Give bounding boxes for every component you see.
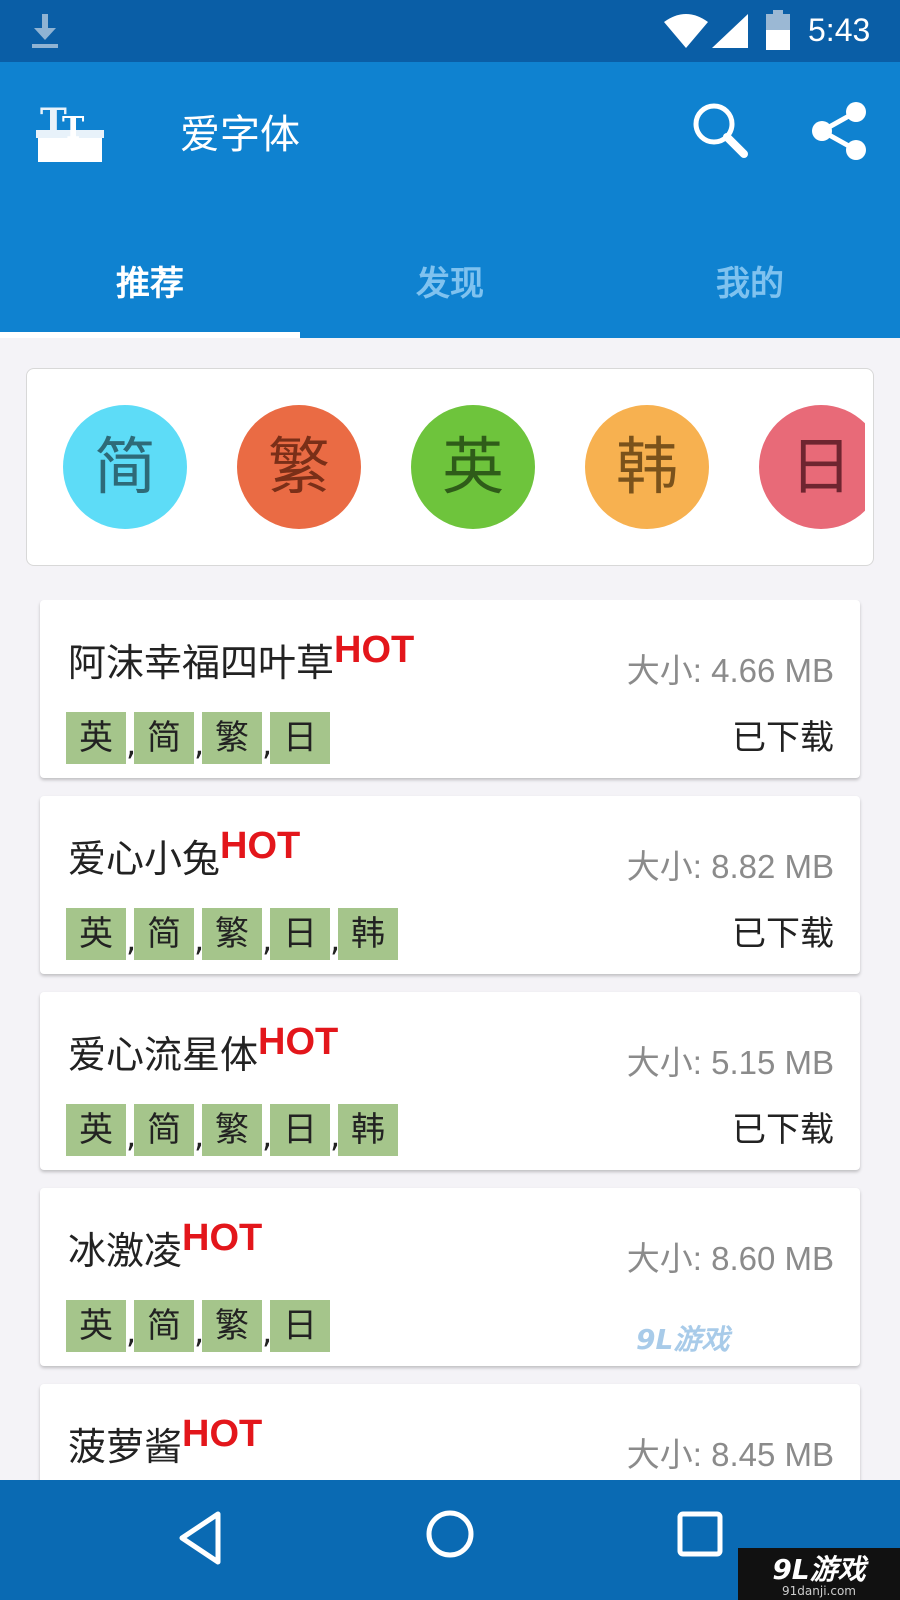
font-size: 大小: 4.66 MB [626, 652, 834, 689]
font-size: 大小: 5.15 MB [626, 1044, 834, 1081]
category-circle[interactable]: 韩 [585, 405, 709, 529]
tab-discover[interactable]: 发现 [300, 238, 600, 338]
font-list[interactable]: 阿沫幸福四叶草HOT 大小: 4.66 MB 英, 简, 繁, 日已下载 爱心小兔HOT 大小… [0, 600, 900, 1480]
tag-separator: , [194, 1313, 205, 1351]
font-name-text: 冰激凌 [68, 1229, 183, 1273]
font-item[interactable]: 菠萝酱HOT 大小: 8.45 MB [40, 1384, 860, 1480]
battery-icon [766, 10, 790, 50]
font-item[interactable]: 阿沫幸福四叶草HOT 大小: 4.66 MB 英, 简, 繁, 日已下载 [40, 600, 860, 778]
language-tags: 英,简,繁,日,韩 [66, 1104, 398, 1156]
app-title: 爱字体 [180, 112, 300, 158]
tag-separator: , [194, 725, 205, 763]
tab-bar: 推荐 发现 我的 [0, 238, 900, 338]
status-bar: 5:43 [0, 0, 900, 62]
status-time: 5:43 [808, 12, 871, 48]
corner-watermark: 9L游戏 91danji.com [738, 1548, 900, 1600]
font-name-text: 菠萝酱 [68, 1425, 183, 1469]
language-tag: 英 [66, 1104, 126, 1156]
watermark: 9L游戏 [636, 1323, 730, 1356]
language-tag: 简 [134, 712, 194, 764]
back-icon[interactable] [176, 1510, 224, 1566]
hot-badge: HOT [182, 1217, 263, 1259]
language-tag: 英 [66, 712, 126, 764]
search-icon[interactable] [690, 100, 750, 160]
category-circle[interactable]: 简 [63, 405, 187, 529]
font-item[interactable]: 冰激凌HOT 大小: 8.60 MB 英, 简, 繁, 日 [40, 1188, 860, 1366]
language-tag: 英 [66, 908, 126, 960]
tag-separator: , [262, 921, 273, 959]
tag-separator: , [126, 921, 137, 959]
font-name-text: 爱心小兔 [68, 837, 221, 881]
app-bar: T T 爱字体 推荐 发现 我的 [0, 62, 900, 338]
category-circle[interactable]: 日 [759, 405, 865, 529]
tag-separator: , [194, 1117, 205, 1155]
category-circle[interactable]: 英 [411, 405, 535, 529]
tag-separator: , [126, 1313, 137, 1351]
category-scroller[interactable]: 简繁英韩日 [27, 369, 865, 565]
download-status: 已下载 [732, 718, 834, 758]
tag-separator: , [126, 725, 137, 763]
download-status: 已下载 [732, 1110, 834, 1150]
language-tag: 繁 [202, 1300, 262, 1352]
font-name-text: 爱心流星体 [68, 1033, 259, 1077]
tag-separator: , [262, 1313, 273, 1351]
language-tags: 英,简,繁,日 [66, 712, 330, 764]
tab-mine[interactable]: 我的 [600, 238, 900, 338]
language-tag: 日 [270, 712, 330, 764]
hot-badge: HOT [258, 1021, 339, 1063]
language-tag: 日 [270, 1104, 330, 1156]
language-tag: 日 [270, 1300, 330, 1352]
tag-separator: , [126, 1117, 137, 1155]
font-name: 爱心流星体HOT [68, 1021, 339, 1079]
font-item[interactable]: 爱心流星体HOT 大小: 5.15 MB 英, 简, 繁, 日, 韩已下载 [40, 992, 860, 1170]
recent-apps-icon[interactable] [676, 1510, 724, 1558]
download-status: 已下载 [732, 914, 834, 954]
tag-separator: , [330, 921, 341, 959]
font-name-text: 阿沫幸福四叶草 [68, 641, 335, 685]
tag-separator: , [330, 1117, 341, 1155]
hot-badge: HOT [334, 629, 415, 671]
language-tag: 简 [134, 1104, 194, 1156]
tag-separator: , [194, 921, 205, 959]
download-icon [32, 14, 58, 48]
font-name: 爱心小兔HOT [68, 825, 301, 883]
category-circle[interactable]: 繁 [237, 405, 361, 529]
tag-separator: , [262, 1117, 273, 1155]
language-tag: 韩 [338, 1104, 398, 1156]
font-size: 大小: 8.60 MB [626, 1240, 834, 1277]
language-tag: 韩 [338, 908, 398, 960]
language-tag: 简 [134, 908, 194, 960]
corner-watermark-text: 9L游戏 [772, 1553, 866, 1586]
wifi-icon [664, 14, 708, 48]
share-icon[interactable] [808, 100, 870, 162]
tag-separator: , [262, 725, 273, 763]
font-name: 阿沫幸福四叶草HOT [68, 629, 415, 687]
language-tag: 日 [270, 908, 330, 960]
font-size: 大小: 8.82 MB [626, 848, 834, 885]
font-name: 冰激凌HOT [68, 1217, 263, 1275]
hot-badge: HOT [220, 825, 301, 867]
tab-indicator [0, 332, 300, 338]
hot-badge: HOT [182, 1413, 263, 1455]
signal-icon [712, 14, 748, 48]
language-tag: 英 [66, 1300, 126, 1352]
language-tags: 英,简,繁,日 [66, 1300, 330, 1352]
language-tags: 英,简,繁,日,韩 [66, 908, 398, 960]
app-logo: T T [36, 101, 104, 162]
language-tag: 繁 [202, 908, 262, 960]
font-size: 大小: 8.45 MB [626, 1436, 834, 1473]
corner-watermark-url: 91danji.com [782, 1584, 856, 1598]
font-item[interactable]: 爱心小兔HOT 大小: 8.82 MB 英, 简, 繁, 日, 韩已下载 [40, 796, 860, 974]
tab-recommend[interactable]: 推荐 [0, 238, 300, 338]
language-tag: 繁 [202, 1104, 262, 1156]
svg-text:T: T [62, 111, 85, 146]
language-tag: 简 [134, 1300, 194, 1352]
home-icon[interactable] [424, 1508, 476, 1560]
font-name: 菠萝酱HOT [68, 1413, 263, 1471]
category-card: 简繁英韩日 [26, 368, 874, 566]
language-tag: 繁 [202, 712, 262, 764]
